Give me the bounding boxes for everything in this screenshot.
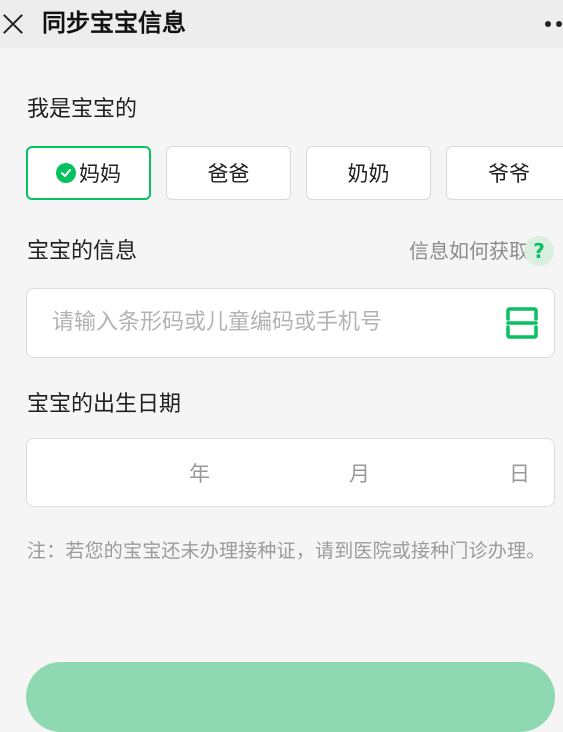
page-title: 同步宝宝信息	[42, 9, 186, 37]
relation-option-mom[interactable]: 妈妈	[26, 146, 151, 200]
relation-option-grandpa[interactable]: 爷爷	[446, 146, 563, 200]
close-icon[interactable]	[0, 11, 26, 37]
more-icon[interactable]	[543, 21, 563, 27]
help-link[interactable]: 信息如何获取	[409, 238, 529, 264]
relation-option-label: 爸爸	[207, 162, 250, 186]
relation-label: 我是宝宝的	[27, 97, 138, 122]
date-month[interactable]: 月	[349, 461, 370, 487]
submit-button[interactable]	[26, 662, 555, 732]
help-icon[interactable]: ?	[524, 236, 554, 266]
relation-option-label: 妈妈	[79, 162, 121, 186]
birth-date-picker[interactable]: 年 月 日	[26, 438, 555, 507]
baby-info-label: 宝宝的信息	[27, 239, 138, 264]
top-bar: 同步宝宝信息	[0, 0, 563, 48]
relation-option-dad[interactable]: 爸爸	[166, 146, 291, 200]
check-icon	[56, 163, 76, 183]
birth-date-label: 宝宝的出生日期	[27, 392, 182, 417]
relation-option-label: 爷爷	[488, 162, 530, 186]
scan-icon[interactable]	[505, 306, 539, 340]
baby-code-input[interactable]: 请输入条形码或儿童编码或手机号	[52, 307, 382, 339]
relation-option-grandma[interactable]: 奶奶	[306, 146, 431, 200]
note-text: 注：若您的宝宝还未办理接种证，请到医院或接种门诊办理。	[27, 540, 546, 562]
relation-option-label: 奶奶	[347, 162, 390, 186]
date-year[interactable]: 年	[189, 461, 210, 487]
baby-code-input-box[interactable]: 请输入条形码或儿童编码或手机号	[26, 288, 555, 358]
date-day[interactable]: 日	[509, 461, 530, 487]
